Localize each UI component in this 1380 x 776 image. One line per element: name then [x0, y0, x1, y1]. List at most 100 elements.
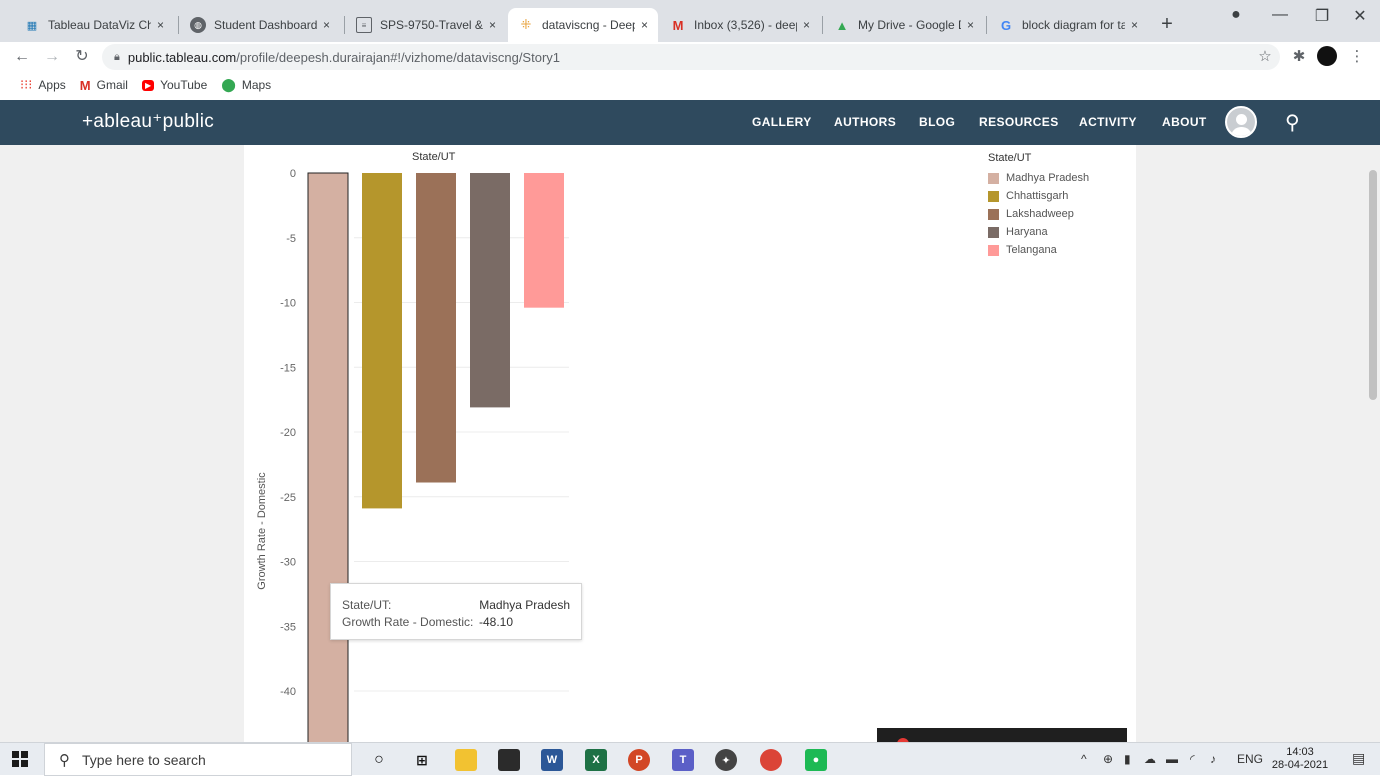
y-tick-label: -40 — [280, 686, 296, 698]
y-tick-label: -30 — [280, 557, 296, 569]
file-explorer-icon[interactable] — [455, 749, 477, 771]
legend-item[interactable]: Telangana — [988, 241, 1089, 259]
legend-item[interactable]: Haryana — [988, 223, 1089, 241]
search-icon[interactable]: ⚲ — [1285, 110, 1300, 135]
windows-taskbar: ⚲ Type here to search ○ ⊞ W X P T ✦ ● ^ … — [0, 742, 1380, 776]
bar-madhya-pradesh[interactable] — [307, 172, 349, 742]
tab-sps-travel[interactable]: ≡ SPS-9750-Travel & To × — [346, 8, 506, 42]
close-window-icon[interactable]: ✕ — [1340, 6, 1380, 26]
app-icon[interactable]: ✦ — [715, 749, 737, 771]
tableau-public-logo[interactable]: +ableau⁺public — [82, 110, 214, 133]
teams-icon[interactable]: T — [672, 749, 694, 771]
chrome-menu-dot-icon[interactable]: ● — [1216, 6, 1256, 24]
wifi-icon[interactable]: ◜ — [1190, 752, 1195, 766]
new-tab-button[interactable]: + — [1153, 10, 1181, 38]
tooltip-key: State/UT: — [342, 598, 392, 612]
legend-label: Chhattisgarh — [1006, 190, 1069, 202]
bar-chhattisgarh[interactable] — [362, 173, 402, 509]
spotify-icon[interactable]: ● — [805, 749, 827, 771]
tab-gmail-inbox[interactable]: M Inbox (3,526) - deepe × — [660, 8, 820, 42]
nav-about[interactable]: ABOUT — [1162, 115, 1207, 129]
bar-telangana[interactable] — [524, 173, 564, 308]
legend-item[interactable]: Lakshadweep — [988, 205, 1089, 223]
tab-separator — [986, 16, 987, 34]
bar-lakshadweep[interactable] — [416, 173, 456, 483]
legend-label: Telangana — [1006, 244, 1057, 256]
word-icon[interactable]: W — [541, 749, 563, 771]
back-arrow-icon[interactable]: ← — [10, 45, 34, 69]
taskbar-clock[interactable]: 14:03 28-04-2021 — [1268, 746, 1332, 772]
tab-title: Student Dashboard — [214, 18, 317, 32]
user-avatar[interactable] — [1225, 106, 1257, 138]
tab-separator — [822, 16, 823, 34]
close-icon[interactable]: × — [803, 18, 810, 32]
tray-chevron-icon[interactable]: ^ — [1081, 752, 1087, 766]
tab-block-diagram[interactable]: G block diagram for tab × — [988, 8, 1148, 42]
tooltip-row: Growth Rate - Domestic: -48.10 — [342, 615, 570, 632]
forward-arrow-icon[interactable]: → — [40, 45, 64, 69]
lock-icon[interactable]: 🔒︎ — [114, 51, 120, 64]
tab-tableau-challenge[interactable]: ▦ Tableau DataViz Challe × — [14, 8, 174, 42]
maximize-icon[interactable]: ❐ — [1302, 6, 1342, 26]
tray-apps-icon[interactable]: ⊕ — [1103, 752, 1113, 766]
notification-icon[interactable]: ▤ — [1352, 750, 1365, 767]
excel-icon[interactable]: X — [585, 749, 607, 771]
tab-dataviscng[interactable]: ⁜ dataviscng - Deepesh × — [508, 8, 658, 42]
bookmark-apps[interactable]: ⁝⁝⁝ Apps — [20, 77, 66, 93]
task-view-icon[interactable]: ⊞ — [411, 749, 433, 771]
store-icon[interactable] — [498, 749, 520, 771]
tooltip-row: State/UT: Madhya Pradesh — [342, 598, 570, 615]
close-icon[interactable]: × — [157, 18, 164, 32]
close-icon[interactable]: × — [967, 18, 974, 32]
chrome-menu-icon[interactable]: ⋮ — [1346, 46, 1368, 68]
bookmarks-bar: ⁝⁝⁝ Apps M Gmail ▶ YouTube ⬤ Maps — [0, 72, 1380, 98]
url-path: /profile/deepesh.durairajan#!/vizhome/da… — [236, 49, 561, 65]
chrome-icon[interactable] — [760, 749, 782, 771]
bar-tooltip: State/UT: Madhya Pradesh Growth Rate - D… — [330, 583, 582, 640]
mic-icon[interactable]: ▮ — [1124, 752, 1131, 766]
onedrive-icon[interactable]: ☁ — [1144, 752, 1156, 766]
taskbar-search-box[interactable]: ⚲ Type here to search — [44, 743, 352, 776]
scrollbar-thumb[interactable] — [1369, 170, 1377, 400]
recording-popup[interactable] — [877, 728, 1127, 742]
nav-gallery[interactable]: GALLERY — [752, 115, 812, 129]
page-scrollbar[interactable] — [1366, 145, 1380, 742]
extensions-puzzle-icon[interactable]: ✱ — [1288, 46, 1310, 68]
close-icon[interactable]: × — [1131, 18, 1138, 32]
tab-google-drive[interactable]: ▲ My Drive - Google Dri × — [824, 8, 984, 42]
bar-haryana[interactable] — [470, 173, 510, 408]
bookmark-youtube[interactable]: ▶ YouTube — [141, 78, 207, 92]
gmail-icon: M — [79, 77, 91, 93]
battery-icon[interactable]: ▬ — [1166, 752, 1178, 766]
tab-title: dataviscng - Deepesh — [542, 18, 635, 32]
close-icon[interactable]: × — [489, 18, 496, 32]
nav-authors[interactable]: AUTHORS — [834, 115, 896, 129]
language-indicator[interactable]: ENG — [1237, 752, 1263, 766]
cortana-icon[interactable]: ○ — [368, 749, 390, 771]
nav-activity[interactable]: ACTIVITY — [1079, 115, 1137, 129]
bookmark-maps[interactable]: ⬤ Maps — [221, 77, 271, 93]
bookmark-label: Gmail — [96, 78, 128, 92]
close-icon[interactable]: × — [323, 18, 330, 32]
volume-icon[interactable]: ♪ — [1210, 752, 1216, 766]
windows-start-icon[interactable] — [12, 751, 28, 767]
nav-blog[interactable]: BLOG — [919, 115, 955, 129]
address-bar[interactable]: 🔒︎ public.tableau.com/profile/deepesh.du… — [102, 44, 1280, 70]
profile-avatar-icon[interactable] — [1317, 46, 1337, 66]
nav-resources[interactable]: RESOURCES — [979, 115, 1059, 129]
close-icon[interactable]: × — [641, 18, 648, 32]
legend-swatch — [988, 226, 999, 238]
tab-student-dashboard[interactable]: ◍ Student Dashboard × — [180, 8, 340, 42]
legend-swatch — [988, 244, 999, 256]
clock-time: 14:03 — [1286, 746, 1314, 758]
legend-label: Haryana — [1006, 226, 1048, 238]
bookmark-gmail[interactable]: M Gmail — [80, 78, 128, 93]
bookmark-star-icon[interactable]: ☆ — [1254, 46, 1276, 68]
legend-item[interactable]: Madhya Pradesh — [988, 169, 1089, 187]
powerpoint-icon[interactable]: P — [628, 749, 650, 771]
browser-toolbar: ← → ↻ 🔒︎ public.tableau.com/profile/deep… — [0, 42, 1380, 72]
gmail-icon: M — [672, 17, 684, 33]
reload-icon[interactable]: ↻ — [70, 45, 94, 69]
legend-item[interactable]: Chhattisgarh — [988, 187, 1089, 205]
minimize-icon[interactable]: — — [1260, 6, 1300, 24]
